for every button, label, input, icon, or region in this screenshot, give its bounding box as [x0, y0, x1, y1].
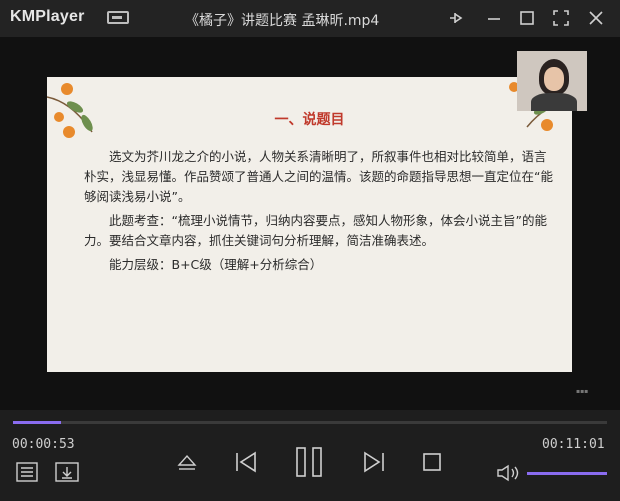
window-title: 《橘子》讲题比赛 孟琳昕.mp4 — [185, 13, 380, 29]
minimal-view-icon[interactable] — [107, 11, 129, 24]
slide-body: 选文为芥川龙之介的小说，人物关系清晰明了，所叙事件也相对比较简单，语言朴实，浅显… — [84, 147, 554, 279]
app-logo[interactable]: KMPlayer — [10, 8, 85, 26]
previous-icon[interactable] — [234, 450, 258, 474]
pause-icon[interactable] — [295, 446, 323, 478]
volume-slider-fill — [527, 472, 607, 475]
slide-paragraph: 能力层级：B+C级（理解+分析综合） — [109, 257, 323, 272]
watermark-mark: ▪▪▪ — [576, 388, 589, 395]
total-time: 00:11:01 — [542, 437, 605, 452]
stop-icon[interactable] — [422, 452, 442, 472]
minimize-icon[interactable] — [485, 9, 503, 27]
volume-icon[interactable] — [496, 464, 520, 482]
webcam-overlay — [517, 51, 587, 111]
maximize-icon[interactable] — [518, 9, 536, 27]
video-area[interactable]: 一、说题目 选文为芥川龙之介的小说，人物关系清晰明了，所叙事件也相对比较简单，语… — [0, 37, 620, 410]
current-time: 00:00:53 — [12, 437, 75, 452]
slide-paragraph: 此题考查：“梳理小说情节，归纳内容要点，感知人物形象，体会小说主旨”的能力。要结… — [84, 213, 547, 248]
capture-icon[interactable] — [55, 462, 79, 482]
volume-slider[interactable] — [527, 472, 607, 475]
fullscreen-icon[interactable] — [552, 9, 570, 27]
pin-icon[interactable] — [448, 9, 466, 27]
control-bar: 00:00:53 00:11:01 — [0, 410, 620, 501]
title-bar: KMPlayer 《橘子》讲题比赛 孟琳昕.mp4 — [0, 0, 620, 37]
slide-paragraph: 选文为芥川龙之介的小说，人物关系清晰明了，所叙事件也相对比较简单，语言朴实，浅显… — [84, 149, 553, 204]
eject-icon[interactable] — [176, 452, 198, 474]
presentation-slide: 一、说题目 选文为芥川龙之介的小说，人物关系清晰明了，所叙事件也相对比较简单，语… — [47, 77, 572, 372]
next-icon[interactable] — [362, 450, 386, 474]
slide-heading: 一、说题目 — [274, 112, 345, 128]
seek-bar-fill — [13, 421, 61, 424]
close-icon[interactable] — [587, 9, 605, 27]
playlist-icon[interactable] — [16, 462, 38, 482]
seek-bar[interactable] — [13, 421, 607, 424]
